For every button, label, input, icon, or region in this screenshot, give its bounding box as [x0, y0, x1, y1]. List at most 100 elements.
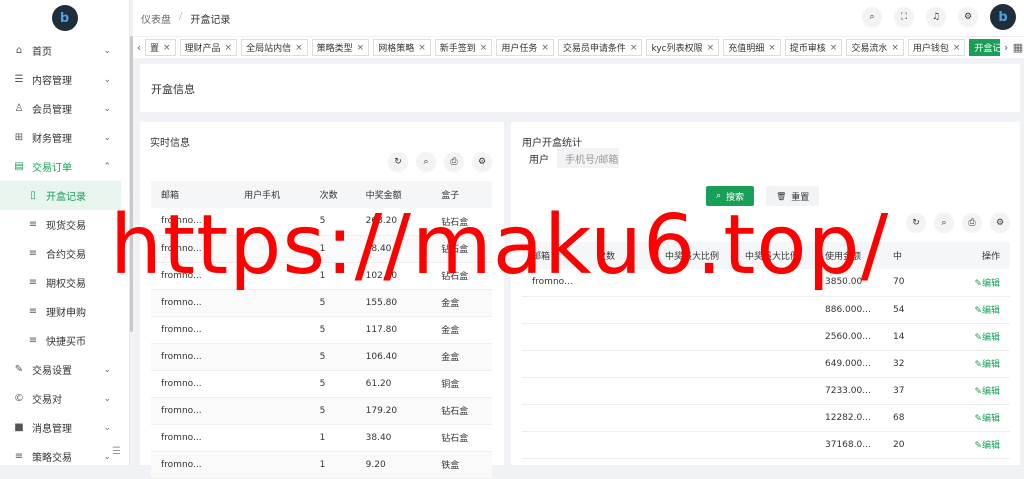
bell-icon[interactable]: ♫	[926, 7, 946, 27]
tabs-prev-icon[interactable]: ‹	[133, 41, 145, 54]
search-icon[interactable]: ⌕	[862, 7, 882, 27]
edit-button[interactable]: ✎编辑	[974, 387, 1000, 397]
close-icon[interactable]: ×	[480, 43, 488, 53]
collapse-sidebar-icon[interactable]: ☰	[112, 446, 121, 457]
table-row[interactable]: 649.000... 32 ✎编辑	[522, 350, 1010, 378]
refresh-icon[interactable]: ↻	[388, 152, 408, 172]
table-cell: 金盒	[431, 343, 492, 371]
close-icon[interactable]: ×	[630, 43, 638, 53]
fullscreen-icon[interactable]: ⛶	[894, 7, 914, 27]
action-cell: ✎编辑	[941, 431, 1010, 459]
ratio-cell	[735, 350, 815, 378]
edit-button[interactable]: ✎编辑	[974, 360, 1000, 370]
sidebar-subitem-5[interactable]: ≡ 快捷买币	[0, 326, 129, 355]
table-cell: 金盒	[431, 289, 492, 317]
tabs-next-icon[interactable]: ›	[1000, 41, 1012, 54]
tabs-grid-icon[interactable]: ▦	[1012, 41, 1024, 54]
tab-7[interactable]: 交易员申请条件 ×	[557, 39, 643, 56]
table-row[interactable]: 2560.00... 14 ✎编辑	[522, 323, 1010, 351]
sidebar-item-2[interactable]: ♙ 会员管理 ⌄	[0, 94, 129, 123]
tab-10[interactable]: 提币审核 ×	[784, 39, 843, 56]
breadcrumb-dashboard[interactable]: 仪表盘	[141, 11, 171, 26]
edit-button[interactable]: ✎编辑	[974, 414, 1000, 424]
table-row[interactable]: fromno... 5 155.80 金盒	[151, 289, 492, 317]
table-cell	[234, 343, 310, 371]
tab-3[interactable]: 策略类型 ×	[311, 39, 370, 56]
extra-cell: 68	[883, 404, 941, 432]
edit-button[interactable]: ✎编辑	[974, 441, 1000, 451]
close-icon[interactable]: ×	[295, 43, 303, 53]
table-row[interactable]: fromno... 5 61.20 铜盒	[151, 370, 492, 398]
realtime-title: 实时信息	[150, 138, 190, 149]
edit-button[interactable]: ✎编辑	[974, 279, 1000, 289]
edit-label: 编辑	[981, 387, 1000, 397]
close-icon[interactable]: ×	[163, 43, 171, 53]
ratio-cell	[655, 323, 735, 351]
table-row[interactable]: 37168.0... 20 ✎编辑	[522, 431, 1010, 459]
table-row[interactable]: fromno... 5 179.20 钻石盒	[151, 397, 492, 425]
close-icon[interactable]: ×	[891, 43, 899, 53]
tab-0[interactable]: 置 ×	[144, 39, 176, 56]
settings-icon[interactable]: ⚙	[990, 213, 1010, 233]
edit-button[interactable]: ✎编辑	[974, 306, 1000, 316]
close-icon[interactable]: ×	[357, 43, 365, 53]
search-icon[interactable]: ⌕	[934, 213, 954, 233]
table-row[interactable]: 7233.00... 37 ✎编辑	[522, 377, 1010, 405]
tab-label: 用户钱包	[912, 44, 949, 54]
sidebar-item2-0[interactable]: ✎ 交易设置 ⌄	[0, 355, 129, 384]
tab-13[interactable]: 开盒记录×	[969, 39, 1001, 56]
chevron-icon: ⌄	[103, 132, 111, 143]
sidebar-subitem-4[interactable]: ≡ 理财申购	[0, 297, 129, 326]
print-icon[interactable]: ⎙	[962, 213, 982, 233]
close-icon[interactable]: ×	[225, 43, 233, 53]
sidebar-item-1[interactable]: ☰ 内容管理 ⌄	[0, 65, 129, 94]
tab-2[interactable]: 全局站内信 ×	[241, 39, 308, 56]
table-cell: fromno...	[151, 424, 235, 452]
ratio-cell	[655, 404, 735, 432]
page-title: 开盒信息	[151, 83, 195, 96]
tab-12[interactable]: 用户钱包 ×	[907, 39, 966, 56]
tab-9[interactable]: 充值明细 ×	[723, 39, 781, 56]
table-row[interactable]: fromno... 5 117.80 金盒	[151, 316, 492, 344]
tab-5[interactable]: 新手签到 ×	[434, 39, 493, 56]
column-header[interactable]: 中	[883, 242, 941, 269]
close-icon[interactable]: ×	[418, 43, 426, 53]
table-row[interactable]: 886.000... 54 ✎编辑	[522, 296, 1010, 324]
sidebar-item-3[interactable]: ⊞ 财务管理 ⌄	[0, 123, 129, 152]
chevron-icon: ⌄	[103, 45, 111, 56]
sidebar-item-4[interactable]: ▤ 交易订单 ⌃	[0, 152, 129, 181]
sidebar-subitem-0[interactable]: ▯ 开盒记录	[0, 181, 121, 210]
email-cell	[522, 377, 587, 405]
logo[interactable]: b	[0, 0, 129, 36]
sidebar-item-0[interactable]: ⌂ 首页 ⌄	[0, 36, 129, 65]
sidebar-item2-3[interactable]: ≡ 策略交易 ⌄	[0, 442, 129, 471]
edit-button[interactable]: ✎编辑	[974, 333, 1000, 343]
column-header[interactable]: 操作	[941, 242, 1010, 269]
user-filter-input[interactable]: 手机号/邮箱	[557, 148, 619, 168]
refresh-icon[interactable]: ↻	[906, 213, 926, 233]
sidebar-subitem-icon: ≡	[28, 219, 38, 230]
tab-1[interactable]: 理财产品 ×	[179, 39, 238, 56]
email-cell	[522, 323, 587, 351]
close-icon[interactable]: ×	[541, 43, 549, 53]
print-icon[interactable]: ⎙	[444, 152, 464, 172]
tab-6[interactable]: 用户任务 ×	[496, 39, 554, 56]
settings-icon[interactable]: ⚙	[472, 152, 492, 172]
tab-label: 全局站内信	[246, 44, 292, 54]
sidebar-item2-2[interactable]: ■ 消息管理 ⌄	[0, 413, 129, 442]
gear-icon[interactable]: ⚙	[958, 7, 978, 27]
tab-8[interactable]: kyc列表权限 ×	[646, 39, 720, 56]
tab-11[interactable]: 交易流水 ×	[846, 39, 904, 56]
table-row[interactable]: fromno... 5 106.40 金盒	[151, 343, 492, 371]
close-icon[interactable]: ×	[830, 43, 838, 53]
tab-4[interactable]: 网格策略 ×	[373, 39, 431, 56]
search-icon[interactable]: ⌕	[416, 152, 436, 172]
table-row[interactable]: 12282.0... 68 ✎编辑	[522, 404, 1010, 432]
close-icon[interactable]: ×	[707, 43, 715, 53]
avatar[interactable]: b	[990, 4, 1016, 30]
email-cell	[522, 296, 587, 324]
close-icon[interactable]: ×	[768, 43, 776, 53]
table-row[interactable]: fromno... 1 38.40 钻石盒	[151, 424, 492, 452]
close-icon[interactable]: ×	[953, 43, 961, 53]
sidebar-item2-1[interactable]: © 交易对 ⌄	[0, 384, 129, 413]
